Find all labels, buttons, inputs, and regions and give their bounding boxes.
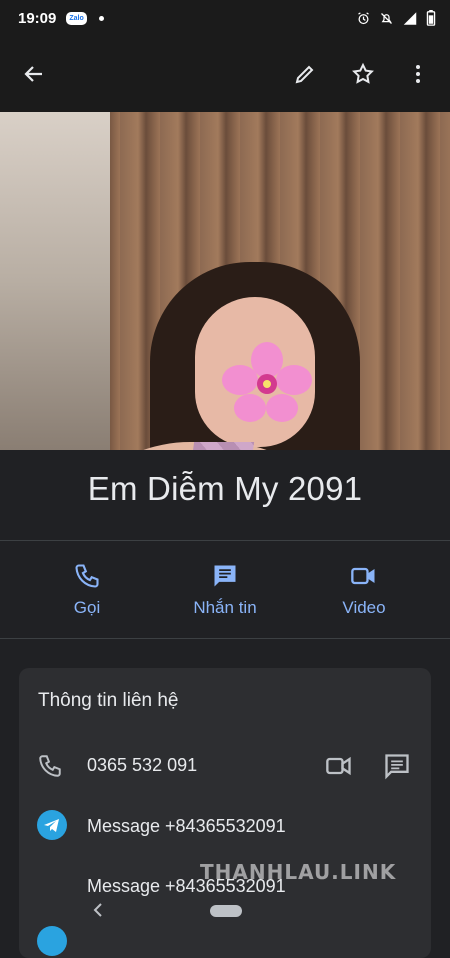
- contact-name: Em Diễm My 2091: [87, 470, 363, 507]
- nav-back-icon[interactable]: [90, 900, 106, 920]
- status-time: 19:09: [18, 9, 57, 27]
- alarm-icon: [358, 11, 369, 24]
- back-button[interactable]: [14, 54, 54, 94]
- edit-button[interactable]: [285, 54, 325, 94]
- status-bar: 19:09 Zalo: [0, 0, 450, 36]
- phone-row[interactable]: 0365 532 091: [19, 741, 431, 791]
- phone-icon: [39, 755, 61, 777]
- video-icon: [351, 567, 375, 584]
- edit-pencil-icon: [295, 65, 314, 84]
- sms-icon[interactable]: [383, 752, 411, 780]
- contact-photo: [0, 112, 450, 450]
- video-call-icon[interactable]: [325, 752, 353, 780]
- status-icons: [356, 10, 436, 26]
- contact-info-title: Thông tin liên hệ: [38, 690, 179, 711]
- notification-dot-icon: [98, 15, 104, 21]
- more-vert-icon: [416, 65, 420, 83]
- phone-icon: [75, 563, 99, 588]
- app-bar: [0, 36, 450, 112]
- flower-sticker-icon: [222, 342, 312, 422]
- telegram-icon: [37, 926, 67, 956]
- phone-number: 0365 532 091: [87, 755, 198, 775]
- signal-icon: [403, 11, 417, 25]
- call-label: Gọi: [73, 597, 101, 617]
- telegram-icon: [37, 810, 67, 840]
- star-outline-icon: [352, 62, 374, 84]
- quick-actions: Gọi Nhắn tin Video: [0, 542, 450, 637]
- video-label: Video: [342, 597, 386, 617]
- video-button[interactable]: Video: [304, 542, 424, 637]
- favorite-button[interactable]: [343, 54, 383, 94]
- divider: [0, 638, 450, 639]
- more-options-button[interactable]: [398, 54, 438, 94]
- message-label: Nhắn tin: [193, 597, 257, 617]
- divider: [0, 540, 450, 541]
- telegram-message-label: Message +84365532091: [87, 816, 286, 836]
- telegram-row[interactable]: Message +84365532091: [19, 800, 431, 850]
- message-icon: [214, 565, 236, 586]
- zalo-notification-icon: Zalo: [66, 11, 87, 25]
- call-button[interactable]: Gọi: [27, 542, 147, 637]
- message-button[interactable]: Nhắn tin: [165, 542, 285, 637]
- battery-icon: [426, 10, 436, 26]
- silent-icon: [381, 12, 392, 24]
- back-arrow-icon: [24, 66, 42, 82]
- watermark: THANHLAU.LINK: [200, 860, 397, 884]
- nav-home-pill[interactable]: [210, 905, 242, 917]
